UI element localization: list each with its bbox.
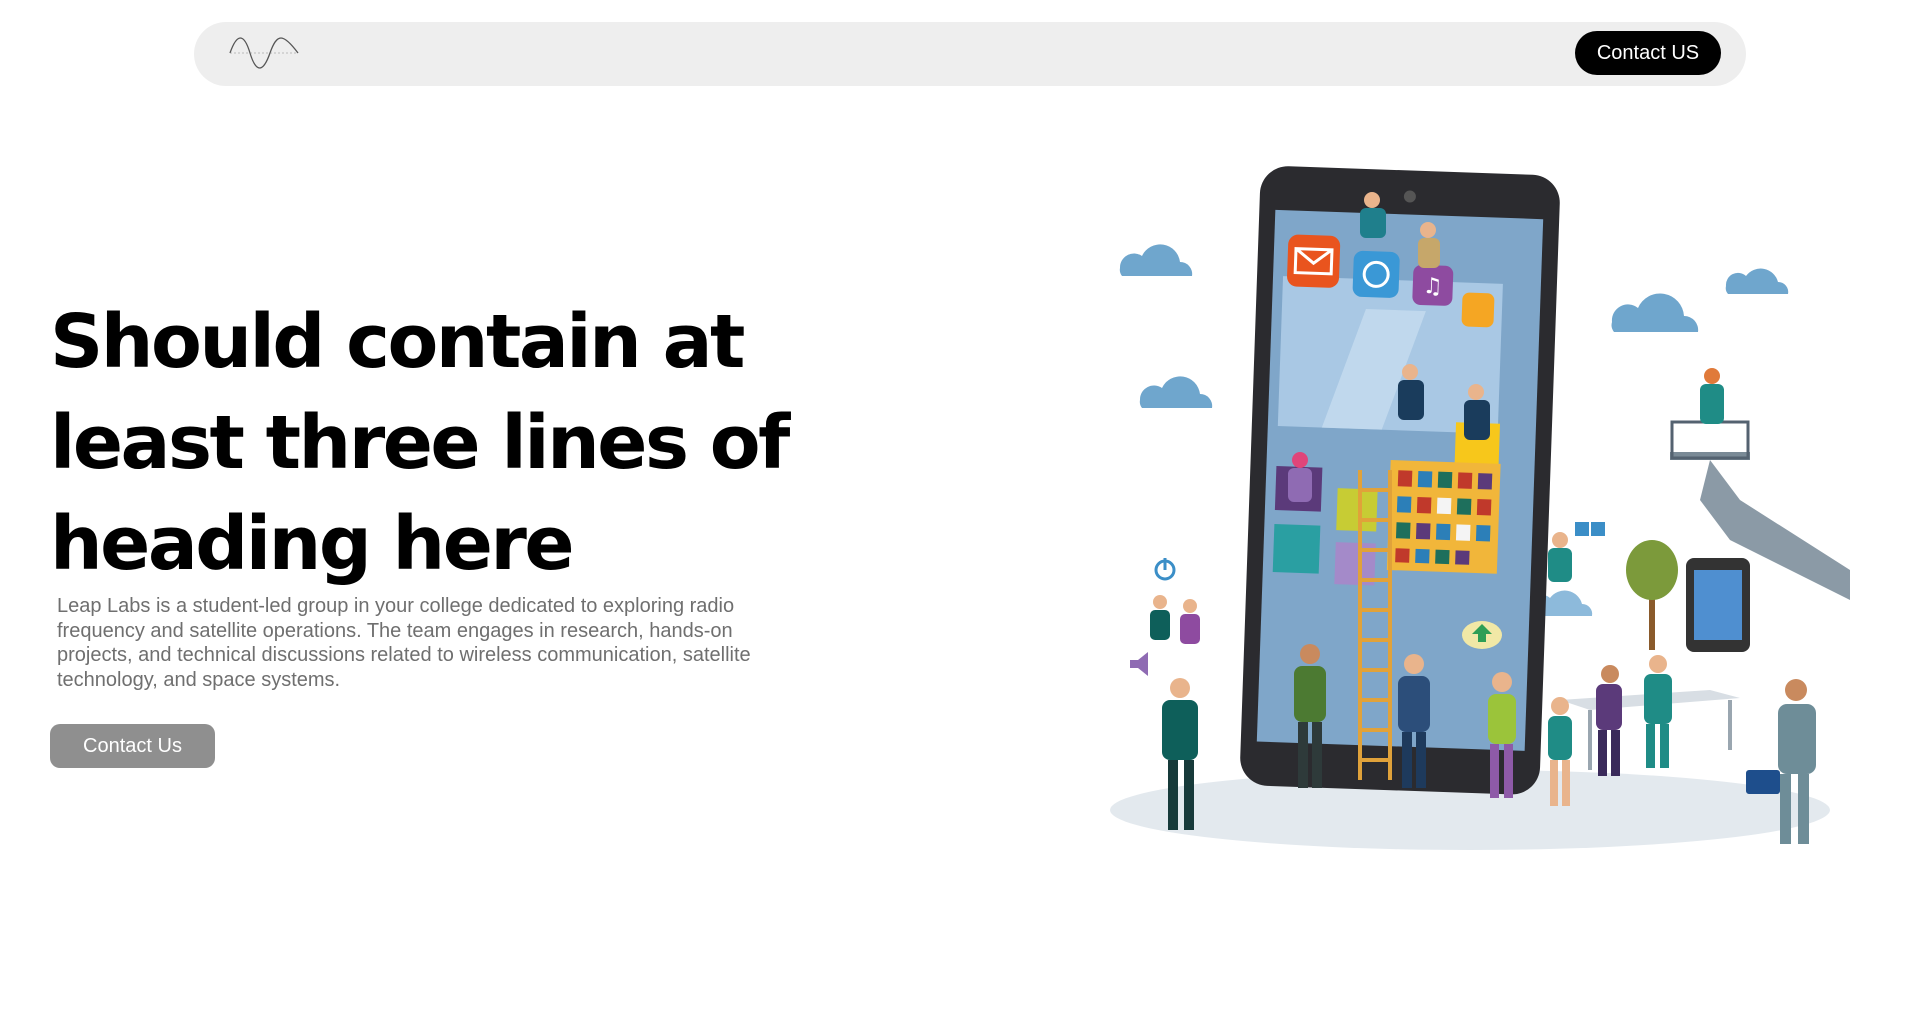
person-figure (1596, 665, 1622, 776)
cloud-icon (1725, 268, 1789, 294)
note-icon (1461, 292, 1495, 328)
cloud-icon (1119, 244, 1193, 276)
book-icon (1575, 522, 1605, 536)
svg-text:♫: ♫ (1422, 274, 1443, 300)
upload-arrow-icon (1462, 621, 1502, 649)
logo[interactable] (228, 31, 300, 77)
bird-icon (1352, 250, 1400, 298)
hero-description: Leap Labs is a student-led group in your… (57, 595, 751, 691)
navbar: Contact US (194, 22, 1746, 86)
person-figure (1150, 595, 1170, 640)
hero-heading: Should contain at least three lines of h… (50, 299, 790, 587)
contact-us-hero-button[interactable]: Contact Us (50, 724, 215, 768)
contact-us-nav-button[interactable]: Contact US (1575, 31, 1721, 75)
person-figure (1700, 368, 1724, 424)
person-figure (1548, 532, 1572, 582)
sine-wave-logo-icon (229, 37, 299, 69)
shelf-grid (1386, 460, 1501, 574)
cloud-icon (1139, 376, 1213, 408)
hero-illustration: ♫ (1090, 160, 1850, 880)
power-icon (1154, 558, 1176, 581)
person-figure (1180, 599, 1200, 644)
speaker-icon (1130, 652, 1148, 676)
tree-icon (1626, 540, 1678, 650)
cloud-icon (1611, 293, 1699, 332)
person-figure (1644, 655, 1672, 768)
